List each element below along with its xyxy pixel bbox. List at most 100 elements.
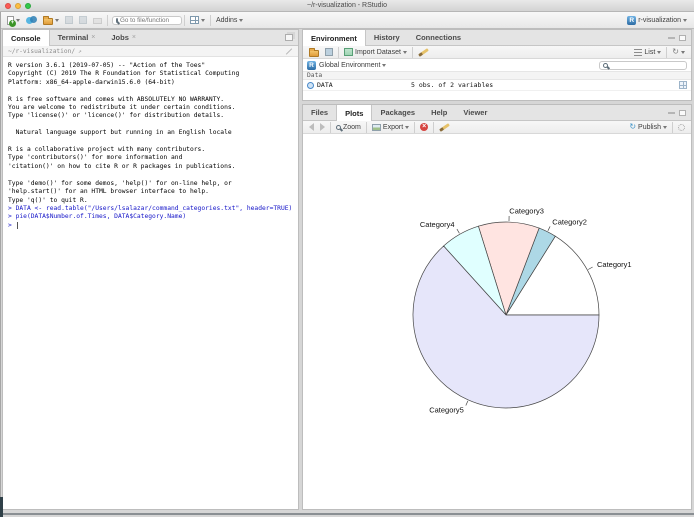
pie-label: Category3 bbox=[509, 207, 544, 216]
section-label: Data bbox=[307, 72, 323, 79]
minimize-pane-icon[interactable] bbox=[668, 111, 675, 114]
text-cursor bbox=[16, 222, 18, 230]
environment-scope-row: R Global Environment bbox=[303, 59, 691, 71]
next-plot-button[interactable] bbox=[317, 120, 328, 135]
back-arrow-icon bbox=[309, 123, 314, 131]
refresh-icon: ↻ bbox=[672, 47, 679, 56]
tab-help-label: Help bbox=[431, 108, 448, 117]
environment-object-row[interactable]: DATA 5 obs. of 2 variables bbox=[303, 80, 691, 91]
environment-scope-selector[interactable]: Global Environment bbox=[319, 58, 387, 73]
tab-connections[interactable]: Connections bbox=[408, 30, 469, 45]
previous-plot-button[interactable] bbox=[306, 120, 317, 135]
view-dataframe-icon[interactable] bbox=[679, 81, 687, 89]
project-selector-button[interactable]: R r-visualization bbox=[624, 13, 690, 28]
goto-file-box[interactable] bbox=[112, 15, 182, 25]
export-plot-button[interactable]: Export bbox=[369, 120, 412, 135]
tab-connections-label: Connections bbox=[415, 33, 462, 42]
chevron-down-icon bbox=[683, 18, 687, 22]
remove-plot-button[interactable]: × bbox=[417, 120, 431, 135]
maximize-pane-icon[interactable] bbox=[679, 34, 686, 41]
environment-search-box[interactable] bbox=[599, 60, 687, 70]
new-file-icon: + bbox=[7, 15, 16, 27]
toolbar-separator bbox=[666, 46, 668, 58]
close-icon[interactable]: × bbox=[91, 34, 95, 41]
pie-label-tick bbox=[588, 266, 593, 270]
tab-plots-label: Plots bbox=[345, 108, 364, 118]
pie-label: Category1 bbox=[597, 260, 632, 269]
toolbar-separator bbox=[184, 14, 185, 26]
list-view-label: List bbox=[644, 48, 656, 56]
new-file-button[interactable]: + bbox=[4, 13, 23, 28]
chevron-down-icon bbox=[16, 18, 20, 22]
tab-terminal[interactable]: Terminal × bbox=[50, 30, 104, 45]
main-toolbar: + Addins R r-visualization bbox=[0, 12, 694, 29]
project-icon: R bbox=[627, 15, 637, 25]
save-icon bbox=[325, 48, 333, 56]
tab-files-label: Files bbox=[311, 108, 329, 117]
workspace-panes-button[interactable] bbox=[187, 13, 208, 28]
toolbar-separator bbox=[433, 121, 435, 133]
pie-label: Category4 bbox=[420, 220, 455, 229]
save-button[interactable] bbox=[62, 13, 76, 28]
open-in-files-icon[interactable]: ↗ bbox=[78, 48, 82, 55]
console-header: ~/r-visualization/ ↗ bbox=[3, 46, 298, 57]
pie-chart-svg: Category1 Category2 Category3 Category4 Cate… bbox=[412, 207, 632, 415]
close-icon[interactable]: × bbox=[132, 34, 136, 41]
plot-area: Category1 Category2 Category3 Category4 Cate… bbox=[303, 134, 691, 509]
console-command: > pie(DATA$Number.of.Times, DATA$Categor… bbox=[8, 213, 187, 221]
tab-viewer-label: Viewer bbox=[463, 108, 488, 117]
list-view-button[interactable]: List bbox=[631, 45, 664, 60]
tab-history[interactable]: History bbox=[366, 30, 408, 45]
clear-all-plots-button[interactable] bbox=[436, 120, 453, 135]
chevron-down-icon bbox=[239, 18, 244, 22]
console-pane: Console Terminal × Jobs × ~/r-visualizat… bbox=[2, 29, 299, 510]
import-dataset-label: Import Dataset bbox=[355, 48, 401, 56]
console-tabstrip: Console Terminal × Jobs × bbox=[3, 30, 298, 46]
console-body[interactable]: R version 3.6.1 (2019-07-05) -- "Action … bbox=[3, 57, 298, 497]
toolbar-separator bbox=[330, 121, 331, 133]
toolbar-separator bbox=[107, 14, 108, 26]
console-output: R version 3.6.1 (2019-07-05) -- "Action … bbox=[8, 62, 240, 204]
project-label: r-visualization bbox=[638, 16, 681, 24]
tab-jobs[interactable]: Jobs × bbox=[103, 30, 144, 45]
toolbar-separator bbox=[210, 14, 211, 26]
tab-terminal-label: Terminal bbox=[57, 33, 89, 42]
tab-packages-label: Packages bbox=[380, 108, 416, 117]
tab-files[interactable]: Files bbox=[303, 105, 336, 120]
clear-workspace-button[interactable] bbox=[415, 45, 432, 60]
data-object-icon bbox=[307, 81, 314, 89]
goto-file-input[interactable] bbox=[120, 16, 178, 24]
forward-arrow-icon bbox=[320, 123, 325, 131]
object-name: DATA bbox=[317, 81, 333, 89]
publish-button[interactable]: ↻ Publish bbox=[626, 120, 670, 135]
maximize-pane-icon[interactable] bbox=[679, 109, 686, 116]
new-project-icon bbox=[26, 15, 37, 25]
addins-label: Addins bbox=[216, 16, 238, 24]
zoom-plot-button[interactable]: Zoom bbox=[333, 120, 364, 135]
tab-console[interactable]: Console bbox=[3, 30, 50, 46]
plots-options-button[interactable] bbox=[675, 120, 688, 135]
print-button[interactable] bbox=[90, 13, 105, 28]
console-prompt-line[interactable]: > bbox=[8, 222, 298, 230]
publish-icon: ↻ bbox=[629, 122, 637, 131]
save-all-button[interactable] bbox=[76, 13, 90, 28]
chevron-down-icon bbox=[55, 18, 59, 22]
tab-console-label: Console bbox=[11, 33, 41, 43]
maximize-pane-icon[interactable] bbox=[285, 34, 293, 41]
tab-viewer[interactable]: Viewer bbox=[455, 105, 495, 120]
new-project-button[interactable] bbox=[23, 13, 40, 28]
minimize-pane-icon[interactable] bbox=[668, 36, 675, 39]
refresh-environment-button[interactable]: ↻ bbox=[669, 45, 688, 60]
titlebar: ~/r-visualization - RStudio bbox=[0, 0, 694, 12]
print-icon bbox=[93, 18, 102, 24]
tab-history-label: History bbox=[373, 33, 400, 42]
open-file-button[interactable] bbox=[40, 13, 62, 28]
console-command: > DATA <- read.table("/Users/lsalazar/co… bbox=[8, 204, 293, 212]
console-prompt: > bbox=[8, 221, 16, 229]
addins-button[interactable]: Addins bbox=[213, 13, 246, 28]
tab-help[interactable]: Help bbox=[423, 105, 455, 120]
tab-packages[interactable]: Packages bbox=[372, 105, 423, 120]
open-folder-icon bbox=[309, 47, 319, 57]
toolbar-separator bbox=[672, 121, 673, 133]
zoom-label: Zoom bbox=[343, 123, 361, 131]
